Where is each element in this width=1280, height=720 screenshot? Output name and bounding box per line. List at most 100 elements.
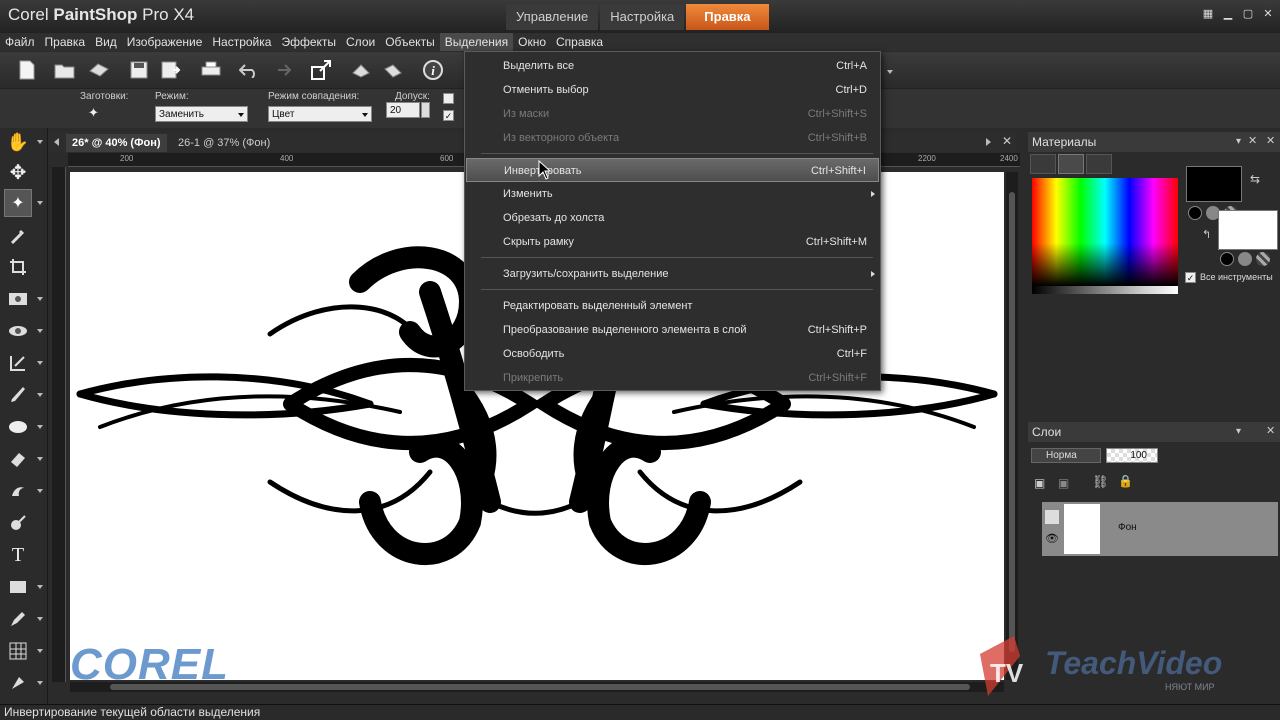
tab-edit[interactable]: Правка: [686, 4, 769, 30]
pin-icon[interactable]: ✕: [1248, 134, 1257, 147]
close-panel-icon[interactable]: ✕: [1266, 134, 1275, 147]
warp-mesh-icon[interactable]: [4, 637, 32, 665]
document-tab-26[interactable]: 26* @ 40% (Фон): [66, 134, 167, 152]
menu-item-crop-to-canvas[interactable]: Обрезать до холста: [466, 206, 879, 230]
solid-style-icon[interactable]: [1188, 206, 1202, 220]
delete-layer-icon[interactable]: ▣: [1058, 476, 1074, 490]
tool-flyout-arrow[interactable]: [37, 140, 43, 144]
menu-adjust[interactable]: Настройка: [207, 33, 276, 51]
tabs-scroll-left-icon[interactable]: [54, 138, 59, 146]
panel-menu-icon[interactable]: ▾: [1236, 426, 1241, 437]
menu-item-invert[interactable]: ИнвертироватьCtrl+Shift+I: [466, 158, 879, 182]
menu-item-from-mask[interactable]: Из маски Ctrl+Shift+S: [466, 102, 879, 126]
smudge-icon[interactable]: [4, 477, 32, 505]
clone-stamp-icon[interactable]: [4, 413, 32, 441]
presets-wand-icon[interactable]: ✦: [88, 105, 110, 123]
undo-icon[interactable]: [236, 57, 262, 83]
tool-flyout-arrow[interactable]: [37, 201, 43, 205]
grid-icon[interactable]: ▦: [1202, 8, 1214, 20]
tool-flyout-arrow[interactable]: [37, 617, 43, 621]
menu-file[interactable]: Файл: [0, 33, 40, 51]
tolerance-input[interactable]: 20: [386, 102, 420, 118]
lock-icon[interactable]: 🔒: [1118, 474, 1134, 488]
option-checkbox-2[interactable]: ✓: [443, 110, 454, 121]
swatches-tab-icon[interactable]: [1086, 154, 1112, 174]
menu-item-from-vector[interactable]: Из векторного объекта Ctrl+Shift+B: [466, 126, 879, 150]
toolbar-overflow-icon[interactable]: [884, 62, 896, 82]
menu-item-load-save-selection[interactable]: Загрузить/сохранить выделение: [466, 262, 879, 286]
tab-manage[interactable]: Управление: [506, 4, 599, 30]
save-icon[interactable]: [126, 57, 152, 83]
rainbow-tab-icon[interactable]: [1058, 154, 1084, 174]
visibility-eye-icon[interactable]: 👁: [1045, 532, 1059, 546]
menu-item-modify[interactable]: Изменить: [466, 182, 879, 206]
close-button[interactable]: ✕: [1262, 8, 1274, 20]
blend-mode-select[interactable]: Норма: [1031, 448, 1101, 463]
magic-wand-icon[interactable]: ✦: [4, 189, 32, 217]
solid-style-icon[interactable]: [1220, 252, 1234, 266]
tabs-scroll-right-icon[interactable]: [986, 138, 991, 146]
menu-layers[interactable]: Слои: [341, 33, 380, 51]
opacity-field[interactable]: 100: [1106, 448, 1158, 463]
tool-flyout-arrow[interactable]: [37, 649, 43, 653]
background-color-swatch[interactable]: [1218, 210, 1278, 250]
menu-selections[interactable]: Выделения: [439, 33, 514, 51]
open-folder-icon[interactable]: [52, 57, 78, 83]
brush-icon[interactable]: [4, 381, 32, 409]
pen-tool-icon[interactable]: [4, 605, 32, 633]
menu-view[interactable]: Вид: [90, 33, 122, 51]
tool-flyout-arrow[interactable]: [37, 425, 43, 429]
fill-icon[interactable]: [4, 669, 32, 697]
menu-image[interactable]: Изображение: [122, 33, 208, 51]
tab-adjust[interactable]: Настройка: [600, 4, 685, 30]
menu-item-edit-selection[interactable]: Редактировать выделенный элемент: [466, 294, 879, 318]
grayscale-strip[interactable]: [1032, 286, 1178, 294]
scanner-icon[interactable]: [86, 57, 112, 83]
menu-edit[interactable]: Правка: [40, 33, 91, 51]
horizontal-scroll-thumb[interactable]: [110, 684, 970, 690]
document-tab-26-1[interactable]: 26-1 @ 37% (Фон): [172, 134, 276, 152]
vertical-scroll-thumb[interactable]: [1009, 192, 1015, 652]
eyedropper-icon[interactable]: [4, 222, 32, 250]
minimize-button[interactable]: ▁: [1222, 8, 1234, 20]
tool-flyout-arrow[interactable]: [37, 457, 43, 461]
move-icon[interactable]: ✥: [4, 158, 32, 186]
print-icon[interactable]: [198, 57, 224, 83]
match-mode-select[interactable]: Цвет: [268, 106, 372, 122]
tool-flyout-arrow[interactable]: [37, 393, 43, 397]
menu-objects[interactable]: Объекты: [380, 33, 440, 51]
menu-item-promote-to-layer[interactable]: Преобразование выделенного элемента в сл…: [466, 318, 879, 342]
tool-flyout-arrow[interactable]: [37, 681, 43, 685]
menu-item-hide-marquee[interactable]: Скрыть рамку Ctrl+Shift+M: [466, 230, 879, 254]
tool-flyout-arrow[interactable]: [37, 585, 43, 589]
panel-menu-icon[interactable]: ▾: [1236, 136, 1241, 147]
crop-icon[interactable]: [4, 253, 32, 281]
layer-row-background[interactable]: 👁 Фон: [1042, 502, 1278, 556]
tolerance-spinner[interactable]: [421, 102, 430, 118]
photo-fix-icon[interactable]: [4, 285, 32, 313]
tool-flyout-arrow[interactable]: [37, 329, 43, 333]
burn-dodge-icon[interactable]: [4, 509, 32, 537]
tool-flyout-arrow[interactable]: [37, 297, 43, 301]
redo-icon[interactable]: [268, 57, 294, 83]
straighten-icon[interactable]: [4, 349, 32, 377]
resize-icon[interactable]: [308, 57, 334, 83]
tool-flyout-arrow[interactable]: [37, 361, 43, 365]
gradient-style-icon[interactable]: [1238, 252, 1252, 266]
close-panel-icon[interactable]: ✕: [1266, 424, 1275, 437]
menu-item-deselect[interactable]: Отменить выбор Ctrl+D: [466, 78, 879, 102]
text-tool-icon[interactable]: T: [4, 541, 32, 569]
menu-item-select-all[interactable]: Выделить все Ctrl+A: [466, 54, 879, 78]
save-as-icon[interactable]: [158, 57, 184, 83]
option-checkbox-1[interactable]: [443, 93, 454, 104]
menu-effects[interactable]: Эффекты: [276, 33, 341, 51]
new-file-icon[interactable]: [14, 57, 40, 83]
frame-tab-icon[interactable]: [1030, 154, 1056, 174]
rotate-right-icon[interactable]: [380, 57, 406, 83]
mode-select[interactable]: Заменить: [155, 106, 248, 122]
vertical-scrollbar[interactable]: [1006, 172, 1018, 680]
maximize-button[interactable]: ▢: [1242, 8, 1254, 20]
new-layer-icon[interactable]: ▣: [1034, 476, 1050, 490]
all-tools-checkbox[interactable]: ✓: [1185, 272, 1196, 283]
pan-hand-icon[interactable]: ✋: [4, 128, 32, 156]
